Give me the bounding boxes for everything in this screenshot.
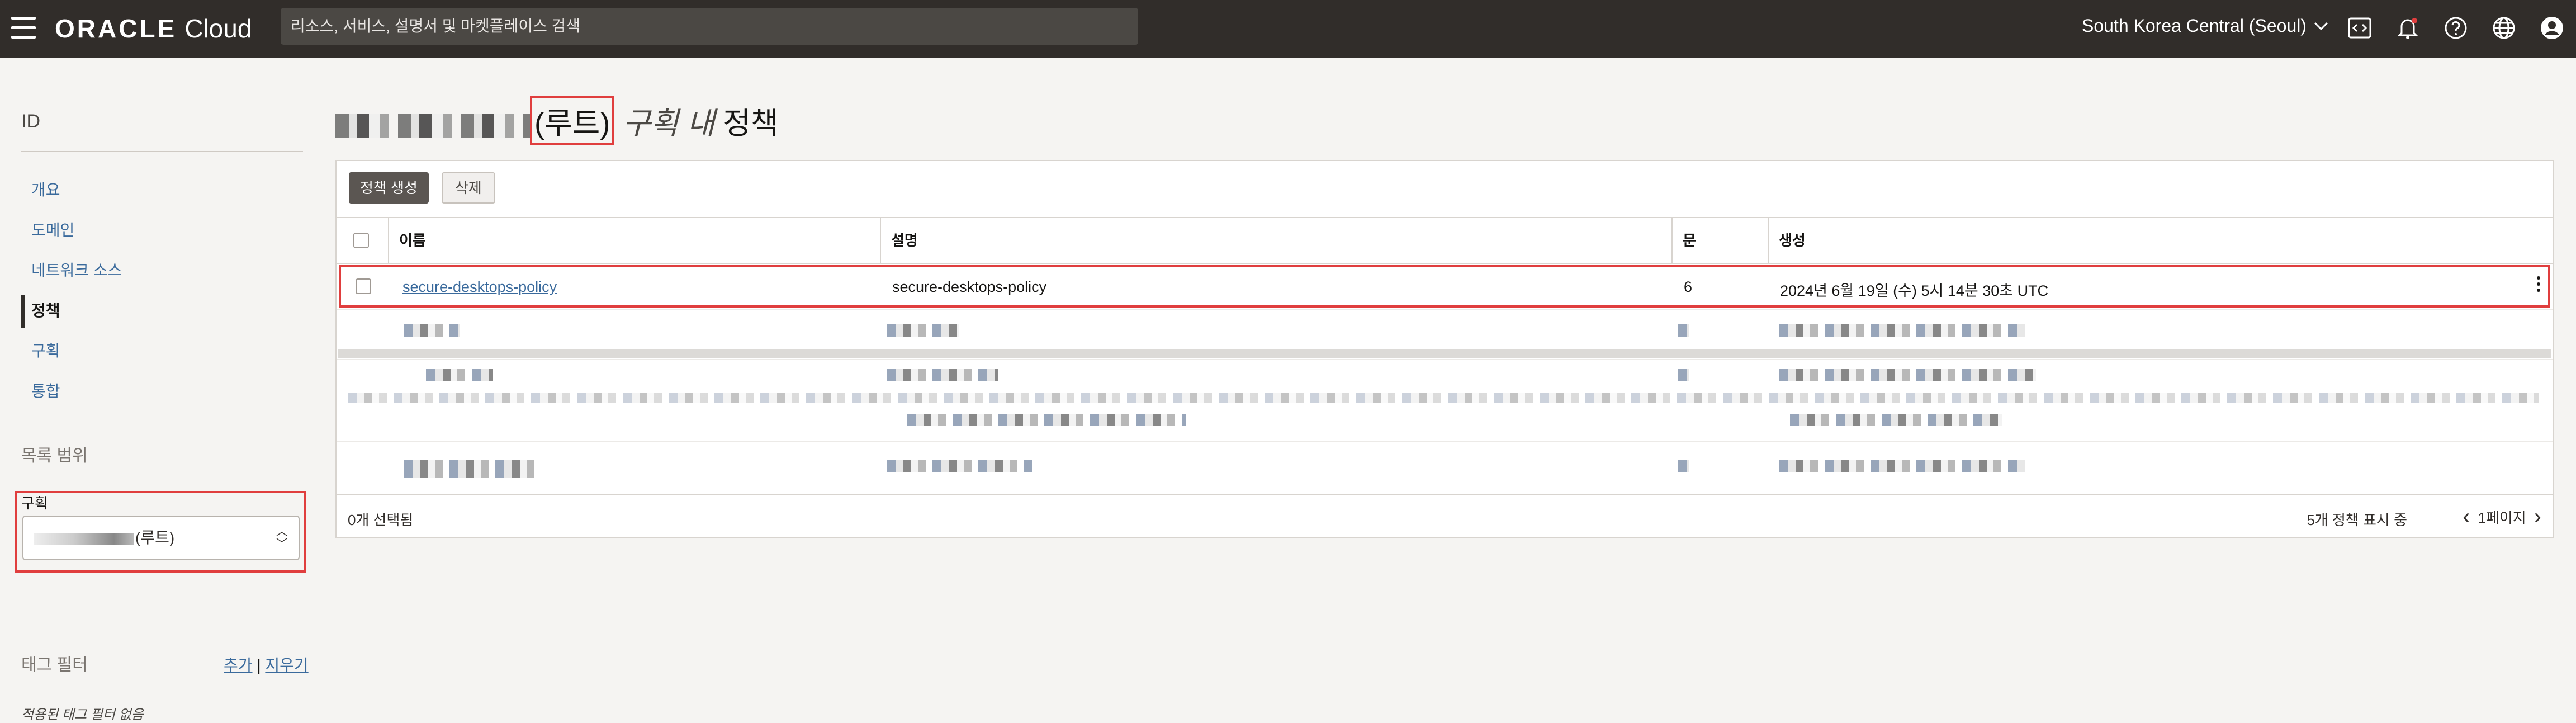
redacted-cell [1779,324,2025,337]
sidebar-item-overview[interactable]: 개요 [31,178,60,200]
row-divider [337,309,2553,310]
policy-name-link[interactable]: secure-desktops-policy [402,278,557,296]
search-input[interactable]: 리소스, 서비스, 설명서 및 마켓플레이스 검색 [281,8,1138,45]
policy-created: 2024년 6월 19일 (수) 5시 14분 30초 UTC [1780,282,2049,299]
policy-statements: 6 [1684,278,1693,295]
tag-filter-empty: 적용된 태그 필터 없음 [21,707,144,722]
oracle-cloud-logo[interactable]: ORACLE Cloud [55,13,252,45]
region-label: South Korea Central (Seoul) [2082,16,2307,36]
identity-sidebar: ID 개요 도메인 네트워크 소스 정책 구획 통합 목록 범위 구획 (루트)… [0,58,313,722]
root-highlight: (루트) [530,96,615,145]
tag-clear-link[interactable]: 지우기 [265,656,308,674]
create-policy-button[interactable]: 정책 생성 [349,172,429,204]
sidebar-item-network-sources[interactable]: 네트워크 소스 [31,258,122,281]
chevron-right-icon[interactable]: › [2534,505,2541,528]
select-all-checkbox[interactable] [353,233,369,248]
globe-icon[interactable] [2490,12,2518,44]
row-divider [337,359,2553,360]
brand-oracle: ORACLE [55,14,177,43]
redacted-cell [1779,460,2025,472]
compartment-label: 구획 [21,495,48,512]
menu-icon[interactable] [8,17,40,41]
sidebar-divider [21,151,303,152]
bell-icon[interactable] [2394,12,2422,44]
chevron-down-icon [2314,22,2328,30]
redacted-cell [426,369,493,381]
column-name[interactable]: 이름 [388,218,880,263]
title-end: 정책 [723,107,779,140]
table-header: 이름 설명 문 생성 [337,217,2553,264]
row-divider [337,441,2553,442]
sidebar-item-policies[interactable]: 정책 [31,299,60,321]
row-checkbox[interactable] [356,278,371,294]
list-scope-title: 목록 범위 [21,447,88,465]
policies-panel: 정책 생성 삭제 이름 설명 문 생성 secure-desktops-poli… [335,160,2554,538]
select-arrows-icon: ︿ ﹀ [276,526,287,550]
delete-button[interactable]: 삭제 [442,172,495,204]
top-bar: ORACLE Cloud 리소스, 서비스, 설명서 및 마켓플레이스 검색 S… [0,0,2576,58]
region-selector[interactable]: South Korea Central (Seoul) [2082,16,2329,36]
tag-add-link[interactable]: 추가 [224,656,253,674]
chevron-left-icon[interactable]: ‹ [2463,505,2470,528]
table-footer: 0개 선택됨 5개 정책 표시 중 ‹ 1페이지 › [337,494,2553,538]
page-number: 1페이지 [2478,509,2526,526]
sidebar-item-compartments[interactable]: 구획 [31,339,60,361]
tag-filter-actions: 추가 | 지우기 [224,653,309,675]
redacted-strip [338,349,2551,358]
redacted-cell [1779,369,2036,381]
redacted-cell [887,324,959,337]
selected-count: 0개 선택됨 [348,512,414,528]
tag-filter-title: 태그 필터 [21,656,88,674]
compartment-value: (루트) [135,529,175,546]
table-row: secure-desktops-policy secure-desktops-p… [339,265,2550,308]
column-created[interactable]: 생성 [1768,218,2553,263]
pagination: ‹ 1페이지 › [2463,505,2541,528]
sidebar-item-federation[interactable]: 통합 [31,379,60,401]
user-profile-icon[interactable] [2538,12,2566,44]
redacted-tenancy-name [335,114,530,138]
help-icon[interactable] [2442,12,2470,44]
row-actions-icon[interactable] [2537,276,2540,295]
title-middle: 구획 내 [623,107,715,140]
redacted-cell [1678,460,1689,472]
brand-cloud: Cloud [184,14,252,43]
redacted-cell [1678,369,1689,381]
active-indicator [21,295,25,328]
policy-description: secure-desktops-policy [892,278,1047,295]
showing-count: 5개 정책 표시 중 [2307,512,2407,528]
redacted-cell [404,324,460,337]
redacted-cell [1790,414,2002,426]
redacted-cell [1678,324,1689,337]
redacted-cell [887,369,998,381]
sidebar-title: ID [21,111,40,132]
redacted-cell [887,460,1032,472]
sidebar-item-domains[interactable]: 도메인 [31,218,74,240]
redacted-strip [348,393,2539,403]
page-title: (루트) 구획 내 정책 [335,96,779,145]
tag-link-separator: | [257,656,261,674]
redacted-compartment-name [34,533,134,545]
redacted-cell [404,460,538,478]
column-statements[interactable]: 문 [1671,218,1768,263]
column-description[interactable]: 설명 [880,218,1671,263]
redacted-cell [907,414,1186,426]
code-editor-icon[interactable] [2346,12,2374,44]
compartment-select[interactable]: (루트) ︿ ﹀ [22,516,300,560]
